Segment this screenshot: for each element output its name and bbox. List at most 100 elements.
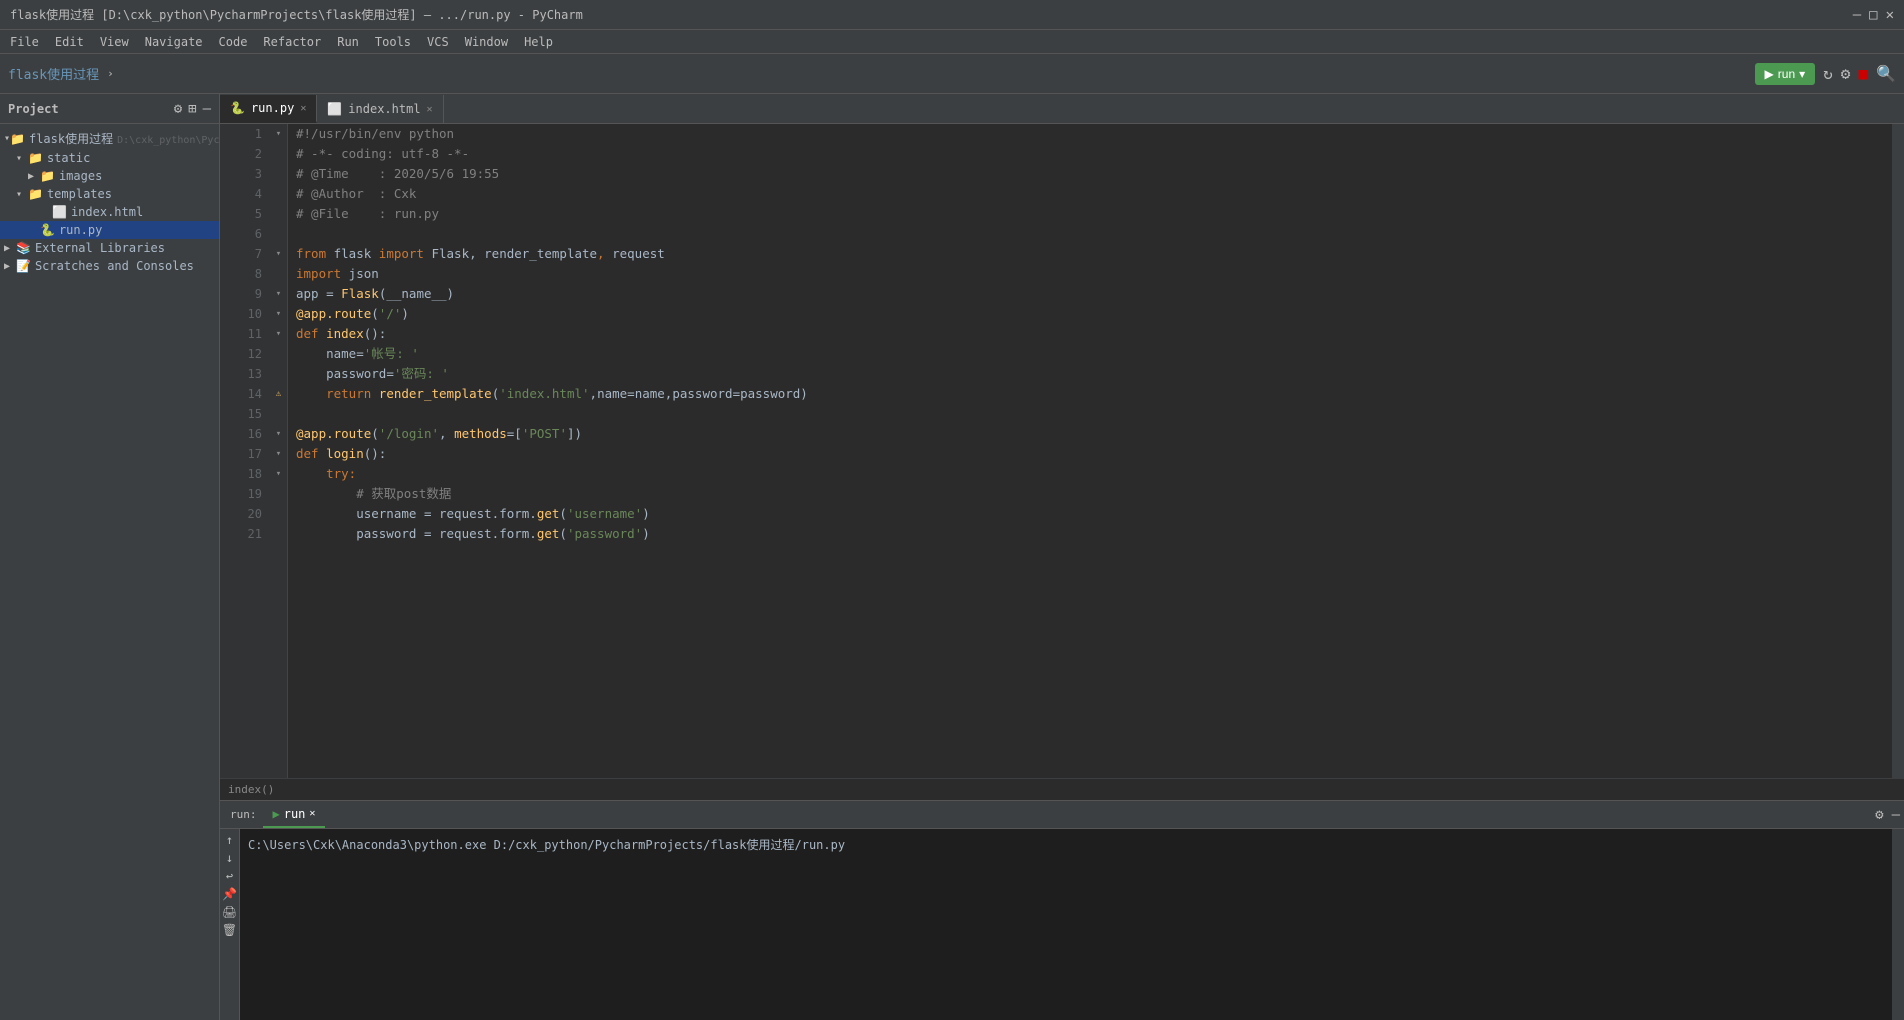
sidebar: Project ⚙ ⊞ — ▾ 📁 flask使用过程 D:\cxk_pytho… [0,94,220,1020]
fold-arrow-7b[interactable]: ▾ [270,244,287,264]
sidebar-item-external-libraries[interactable]: ▶ 📚 External Libraries [0,239,219,257]
code-line-19: # 获取post数据 [296,484,1892,504]
editor-area: 🐍 run.py ✕ ⬜ index.html ✕ 12345 678910 1… [220,94,1904,1020]
sidebar-item-index-html[interactable]: ⬜ index.html [0,203,219,221]
menu-view[interactable]: View [94,33,135,51]
code-line-8: import json [296,264,1892,284]
run-py-label: run.py [59,223,102,237]
right-scrollbar[interactable] [1892,124,1904,778]
fold-arrow-10[interactable]: ▾ [270,304,287,324]
project-panel-title: Project [8,102,59,116]
static-label: static [47,151,90,165]
gutter-pin-icon[interactable]: 📌 [222,887,237,901]
menu-code[interactable]: Code [213,33,254,51]
code-line-9: app = Flask(__name__) [296,284,1892,304]
bottom-tabs: run: ▶ run ✕ ⚙ — [220,801,1904,829]
fold-arrow-17[interactable]: ▾ [270,444,287,464]
run-tab-label: run [284,807,306,821]
menu-run[interactable]: Run [331,33,365,51]
fold-arrow-9[interactable]: ▾ [270,284,287,304]
stop-icon[interactable]: ■ [1858,64,1868,83]
terminal-area[interactable]: C:\Users\Cxk\Anaconda3\python.exe D:/cxk… [240,829,1892,1020]
warn-14: ⚠ [270,384,287,404]
menu-refactor[interactable]: Refactor [257,33,327,51]
menu-edit[interactable]: Edit [49,33,90,51]
close-button[interactable]: ✕ [1886,7,1894,23]
tab-index-html-close[interactable]: ✕ [427,104,433,115]
menu-vcs[interactable]: VCS [421,33,455,51]
menu-file[interactable]: File [4,33,45,51]
gutter-down-icon[interactable]: ↓ [226,851,233,865]
code-line-17: def login(): [296,444,1892,464]
menu-window[interactable]: Window [459,33,514,51]
sidebar-item-scratches[interactable]: ▶ 📝 Scratches and Consoles [0,257,219,275]
code-line-4: # @Author : Cxk [296,184,1892,204]
gutter-print-icon[interactable]: 🖨 [222,905,237,919]
minimize-button[interactable]: — [1853,7,1861,23]
search-icon[interactable]: 🔍 [1876,64,1896,83]
bottom-tab-run[interactable]: ▶ run ✕ [263,802,326,828]
menu-navigate[interactable]: Navigate [139,33,209,51]
code-editor[interactable]: 12345 678910 1112131415 1617181920 21 ▾ … [220,124,1904,778]
bottom-tabs-right: ⚙ — [1875,807,1900,823]
scratches-label: Scratches and Consoles [35,259,194,273]
editor-status-text: index() [228,783,274,796]
bottom-gutter: ↑ ↓ ↩ 📌 🖨 🗑 [220,829,240,1020]
project-breadcrumb[interactable]: flask使用过程 [8,64,99,83]
run-button[interactable]: ▶ run ▾ [1755,63,1816,85]
settings-icon[interactable]: ⚙ [1841,64,1851,83]
sidebar-item-run-py[interactable]: 🐍 run.py [0,221,219,239]
sidebar-expand-icon[interactable]: ⊞ [188,101,196,117]
editor-tabs: 🐍 run.py ✕ ⬜ index.html ✕ [220,94,1904,124]
run-tab-close[interactable]: ✕ [309,808,315,819]
sidebar-minus-icon[interactable]: — [203,101,211,117]
terminal-scrollbar[interactable] [1892,829,1904,1020]
menu-help[interactable]: Help [518,33,559,51]
sidebar-item-static[interactable]: ▾ 📁 static [0,149,219,167]
tab-index-html[interactable]: ⬜ index.html ✕ [317,95,443,123]
maximize-button[interactable]: □ [1869,7,1877,23]
sidebar-header: Project ⚙ ⊞ — [0,94,219,124]
project-root-path: D:\cxk_python\PycharmProjects\flask使用过程 [117,131,219,146]
sidebar-content: ▾ 📁 flask使用过程 D:\cxk_python\PycharmProje… [0,124,219,1020]
code-line-21: password = request.form.get('password') [296,524,1892,544]
run-label-bottom: run: [224,808,263,821]
tab-run-py-icon: 🐍 [230,101,245,115]
terminal-line-1: C:\Users\Cxk\Anaconda3\python.exe D:/cxk… [248,835,1884,855]
sidebar-item-images[interactable]: ▶ 📁 images [0,167,219,185]
run-dropdown-icon: ▾ [1799,67,1805,81]
run-icon: ▶ [1765,67,1774,81]
tab-run-py-close[interactable]: ✕ [300,103,306,114]
terminal-command: C:\Users\Cxk\Anaconda3\python.exe D:/cxk… [248,838,845,852]
bottom-settings-icon[interactable]: ⚙ [1875,807,1883,823]
tab-run-py[interactable]: 🐍 run.py ✕ [220,95,317,123]
fold-arrow-18[interactable]: ▾ [270,464,287,484]
tab-index-html-label: index.html [348,102,420,116]
fold-arrow-11[interactable]: ▾ [270,324,287,344]
gutter-up-icon[interactable]: ↑ [226,833,233,847]
code-line-10: @app.route('/') [296,304,1892,324]
code-area[interactable]: #!/usr/bin/env python # -*- coding: utf-… [288,124,1892,778]
code-line-3: # @Time : 2020/5/6 19:55 [296,164,1892,184]
sidebar-item-templates[interactable]: ▾ 📁 templates [0,185,219,203]
bottom-minimize-icon[interactable]: — [1892,807,1900,823]
refresh-icon[interactable]: ↻ [1823,64,1833,83]
toolbar-left: flask使用过程 › [8,64,114,83]
external-libraries-label: External Libraries [35,241,165,255]
window-title: flask使用过程 [D:\cxk_python\PycharmProjects… [10,6,583,23]
fold-arrow-7[interactable]: ▾ [270,124,287,144]
gutter-wrap-icon[interactable]: ↩ [226,869,233,883]
index-html-label: index.html [71,205,143,219]
bottom-panel: run: ▶ run ✕ ⚙ — ↑ ↓ ↩ [220,800,1904,1020]
gutter-trash-icon[interactable]: 🗑 [222,923,237,937]
sidebar-settings-icon[interactable]: ⚙ [174,101,182,117]
breadcrumb-separator: › [107,67,114,80]
menu-tools[interactable]: Tools [369,33,417,51]
sidebar-item-root[interactable]: ▾ 📁 flask使用过程 D:\cxk_python\PycharmProje… [0,128,219,149]
editor-statusbar: index() [220,778,1904,800]
bottom-tabs-left: run: ▶ run ✕ [224,802,325,828]
fold-arrow-16[interactable]: ▾ [270,424,287,444]
toolbar-right: ▶ run ▾ ↻ ⚙ ■ 🔍 [1755,63,1896,85]
code-line-2: # -*- coding: utf-8 -*- [296,144,1892,164]
window-controls[interactable]: — □ ✕ [1853,7,1894,23]
